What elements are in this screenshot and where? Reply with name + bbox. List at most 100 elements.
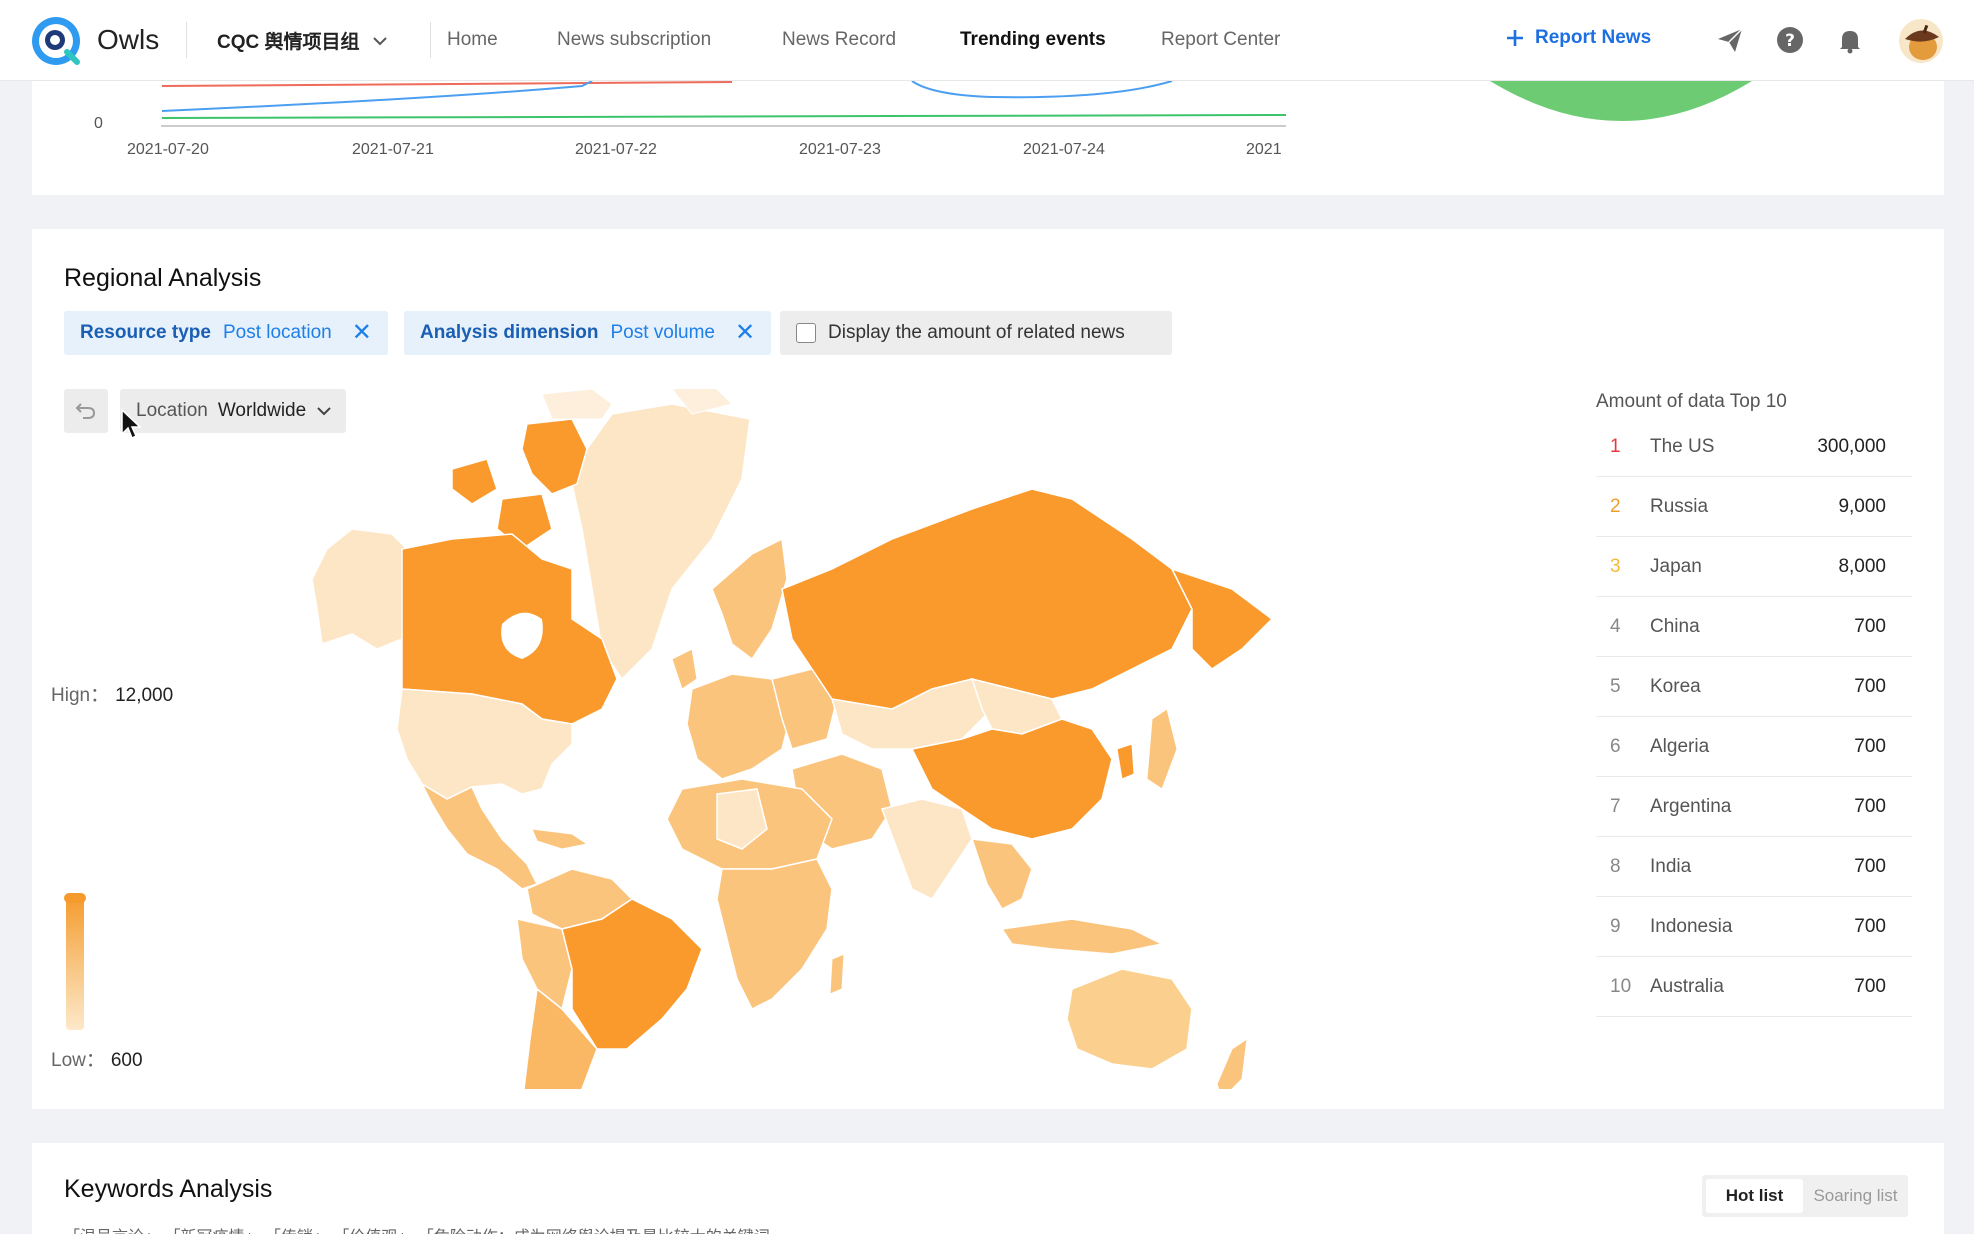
mouse-cursor-icon [121, 408, 142, 440]
rank-amount: 300,000 [1817, 435, 1886, 457]
filter-chip-analysis-dimension: Analysis dimension Post volume ✕ [404, 311, 772, 355]
rank-number: 3 [1610, 555, 1621, 577]
legend-low-value: 600 [110, 1050, 143, 1071]
undo-icon [75, 403, 96, 419]
keyword-list-tabs: Hot list Soaring list [1702, 1175, 1908, 1217]
x-tick-label: 2021-07-20 [127, 141, 209, 158]
region-scandinavia [711, 537, 788, 661]
report-news-button[interactable]: Report News [1505, 27, 1651, 49]
rank-row[interactable]: 9 Indonesia 700 [1596, 897, 1912, 957]
x-tick-label: 2021-07-21 [352, 141, 434, 158]
regional-analysis-panel: Regional Analysis Resource type Post loc… [32, 229, 1944, 1109]
region-central-africa [716, 858, 833, 1011]
owls-logo-icon[interactable] [31, 16, 81, 66]
top10-title: Amount of data Top 10 [1596, 391, 1787, 412]
region-canada-islands [451, 458, 498, 505]
rank-number: 9 [1610, 915, 1621, 937]
rank-country: India [1650, 855, 1692, 877]
rank-amount: 700 [1854, 675, 1886, 697]
team-name: CQC 舆情项目组 [217, 32, 360, 53]
rank-number: 7 [1610, 795, 1621, 817]
rank-row[interactable]: 5 Korea 700 [1596, 657, 1912, 717]
close-icon[interactable]: ✕ [352, 321, 372, 345]
nav-news-record[interactable]: News Record [782, 29, 896, 51]
plus-icon [1507, 30, 1523, 46]
legend-high-value: 12,000 [115, 685, 174, 706]
team-selector[interactable]: CQC 舆情项目组 [217, 27, 388, 54]
report-news-label: Report News [1535, 27, 1652, 48]
rank-country: The US [1650, 435, 1715, 457]
brand-name[interactable]: Owls [97, 24, 159, 56]
rank-country: Argentina [1650, 795, 1732, 817]
rank-amount: 700 [1854, 915, 1886, 937]
rank-country: Indonesia [1650, 915, 1733, 937]
bell-icon[interactable] [1835, 25, 1865, 55]
x-tick-label: 2021 [1246, 141, 1282, 158]
related-news-toggle[interactable]: Display the amount of related news [780, 311, 1172, 355]
region-uk [671, 648, 698, 690]
filter-key: Analysis dimension [420, 322, 599, 343]
filter-value: Post location [222, 322, 332, 343]
rank-country: China [1650, 615, 1700, 637]
keyword-tags-preview: 「温号言论」 「新冠疫情」 「传销」 「价值观」 「危险动作：成为网络舆论提及最… [64, 1223, 770, 1234]
send-icon[interactable] [1715, 25, 1745, 55]
header-divider [430, 22, 431, 58]
legend-gradient-bar[interactable] [66, 894, 84, 1030]
pie-slice-green [1490, 81, 1752, 121]
series-line-red [161, 81, 733, 87]
legend-high-label: Hign： [51, 685, 110, 706]
rank-amount: 700 [1854, 855, 1886, 877]
rank-row[interactable]: 6 Algeria 700 [1596, 717, 1912, 777]
rank-row[interactable]: 8 India 700 [1596, 837, 1912, 897]
nav-trending-events[interactable]: Trending events [960, 29, 1106, 51]
region-japan [1146, 708, 1178, 790]
x-tick-label: 2021-07-24 [1023, 141, 1105, 158]
region-arctic-ice [541, 389, 613, 420]
filter-chip-resource-type: Resource type Post location ✕ [64, 311, 388, 355]
trend-chart-panel: 0 2021-07-20 2021-07-21 2021-07-22 2021-… [32, 81, 1944, 195]
rank-country: Russia [1650, 495, 1709, 517]
rank-country: Korea [1650, 675, 1701, 697]
checkbox[interactable] [796, 323, 816, 343]
legend-slider-handle[interactable] [64, 893, 86, 903]
rank-number: 2 [1610, 495, 1621, 517]
rank-row[interactable]: 10 Australia 700 [1596, 957, 1912, 1017]
help-icon[interactable]: ? [1775, 25, 1805, 55]
rank-row[interactable]: 4 China 700 [1596, 597, 1912, 657]
close-icon[interactable]: ✕ [735, 321, 755, 345]
rank-row[interactable]: 1 The US 300,000 [1596, 417, 1912, 477]
region-canada-islands [521, 418, 588, 495]
rank-amount: 700 [1854, 735, 1886, 757]
rank-number: 6 [1610, 735, 1621, 757]
filter-value: Post volume [610, 322, 715, 343]
checkbox-label: Display the amount of related news [828, 322, 1125, 343]
keywords-analysis-panel: Keywords Analysis Hot list Soaring list … [32, 1143, 1944, 1234]
rank-amount: 700 [1854, 795, 1886, 817]
rank-row[interactable]: 7 Argentina 700 [1596, 777, 1912, 837]
rank-amount: 700 [1854, 615, 1886, 637]
undo-button[interactable] [64, 389, 108, 433]
rank-row[interactable]: 3 Japan 8,000 [1596, 537, 1912, 597]
rank-row[interactable]: 2 Russia 9,000 [1596, 477, 1912, 537]
region-southeast-asia [970, 838, 1033, 910]
nav-report-center[interactable]: Report Center [1161, 29, 1280, 51]
trend-line-chart [161, 81, 1752, 127]
top-header: Owls CQC 舆情项目组 Home News subscription Ne… [0, 0, 1974, 81]
region-mexico [420, 782, 539, 890]
tab-soaring-list[interactable]: Soaring list [1807, 1179, 1904, 1213]
svg-text:?: ? [1785, 31, 1795, 51]
y-tick-0: 0 [94, 115, 103, 132]
section-title: Keywords Analysis [64, 1175, 273, 1203]
avatar[interactable] [1899, 19, 1943, 63]
rank-amount: 9,000 [1838, 495, 1886, 517]
rank-number: 8 [1610, 855, 1621, 877]
nav-news-subscription[interactable]: News subscription [557, 29, 711, 51]
tab-hot-list[interactable]: Hot list [1706, 1179, 1803, 1213]
rank-country: Australia [1650, 975, 1724, 997]
region-madagascar [829, 953, 845, 995]
rank-amount: 700 [1854, 975, 1886, 997]
x-tick-label: 2021-07-22 [575, 141, 657, 158]
world-map[interactable] [272, 389, 1372, 1089]
nav-home[interactable]: Home [447, 29, 498, 51]
chevron-down-icon [372, 36, 387, 45]
